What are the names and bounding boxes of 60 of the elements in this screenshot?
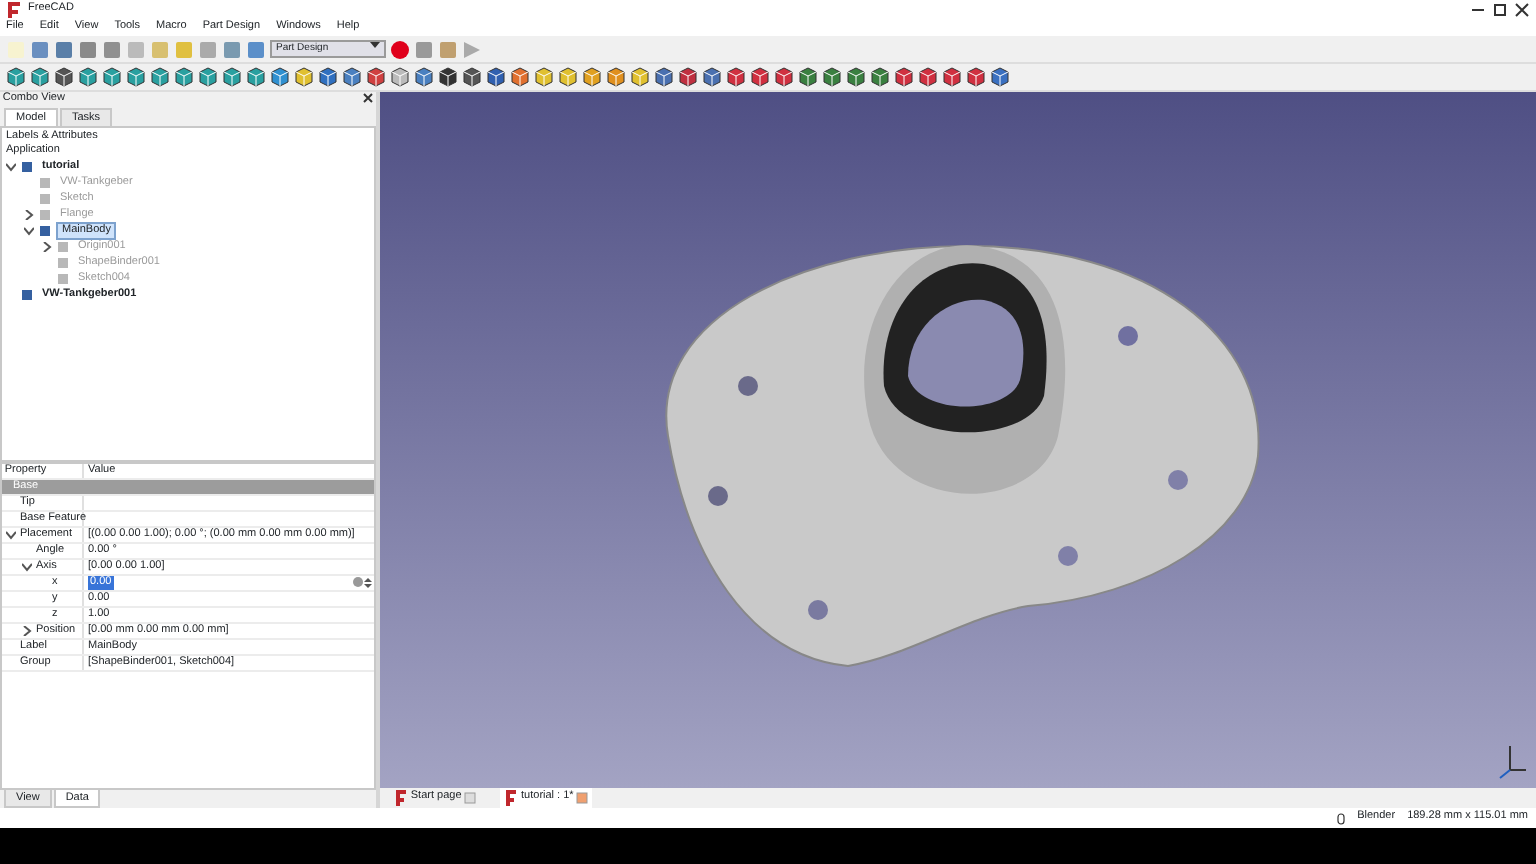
cube-icon[interactable] xyxy=(894,66,914,88)
cube-icon[interactable] xyxy=(102,66,122,88)
cube-icon[interactable] xyxy=(942,66,962,88)
caret-icon xyxy=(370,42,380,49)
mouse-icon xyxy=(1335,811,1346,825)
cube-icon[interactable] xyxy=(318,66,338,88)
cube-icon[interactable] xyxy=(966,66,986,88)
cube-icon[interactable] xyxy=(222,66,242,88)
cube-icon[interactable] xyxy=(30,66,50,88)
cube-icon[interactable] xyxy=(78,66,98,88)
spin-icon[interactable] xyxy=(352,576,374,591)
app-logo-icon xyxy=(6,0,22,19)
square-icon[interactable] xyxy=(102,39,122,59)
cube-icon[interactable] xyxy=(750,66,770,88)
axis-triad-icon xyxy=(1498,742,1528,780)
cube-icon[interactable] xyxy=(534,66,554,88)
cube-icon[interactable] xyxy=(366,66,386,88)
square-icon[interactable] xyxy=(246,39,266,59)
cube-icon[interactable] xyxy=(510,66,530,88)
cube-icon[interactable] xyxy=(486,66,506,88)
cube-icon[interactable] xyxy=(126,66,146,88)
cube-icon[interactable] xyxy=(414,66,434,88)
cube-icon[interactable] xyxy=(558,66,578,88)
cube-icon[interactable] xyxy=(654,66,674,88)
cube-icon[interactable] xyxy=(702,66,722,88)
record-icon[interactable] xyxy=(390,39,410,59)
app-logo-icon xyxy=(394,788,408,808)
cube-icon[interactable] xyxy=(54,66,74,88)
close-icon[interactable] xyxy=(1514,1,1530,17)
document-icon xyxy=(20,287,34,302)
cube-icon[interactable] xyxy=(390,66,410,88)
cube-icon[interactable] xyxy=(150,66,170,88)
cube-icon[interactable] xyxy=(726,66,746,88)
cube-icon[interactable] xyxy=(582,66,602,88)
cube-icon[interactable] xyxy=(246,66,266,88)
cube-icon[interactable] xyxy=(846,66,866,88)
cube-icon[interactable] xyxy=(990,66,1010,88)
cube-icon[interactable] xyxy=(630,66,650,88)
square-icon[interactable] xyxy=(78,39,98,59)
square-icon[interactable] xyxy=(30,39,50,59)
cube-icon[interactable] xyxy=(294,66,314,88)
close-icon[interactable] xyxy=(361,92,374,104)
cube-icon[interactable] xyxy=(870,66,890,88)
cube-icon[interactable] xyxy=(270,66,290,88)
cube-icon[interactable] xyxy=(678,66,698,88)
square-icon[interactable] xyxy=(222,39,242,59)
cube-icon[interactable] xyxy=(6,66,26,88)
maximize-icon[interactable] xyxy=(1492,1,1508,17)
cube-icon[interactable] xyxy=(918,66,938,88)
cube-icon[interactable] xyxy=(198,66,218,88)
cube-icon[interactable] xyxy=(822,66,842,88)
cube-icon[interactable] xyxy=(606,66,626,88)
app-logo-icon xyxy=(504,788,519,808)
cube-icon[interactable] xyxy=(774,66,794,88)
cube-icon[interactable] xyxy=(798,66,818,88)
cube-icon[interactable] xyxy=(342,66,362,88)
cube-icon[interactable] xyxy=(174,66,194,88)
square-icon[interactable] xyxy=(54,39,74,59)
cube-icon[interactable] xyxy=(462,66,482,88)
cube-icon[interactable] xyxy=(438,66,458,88)
